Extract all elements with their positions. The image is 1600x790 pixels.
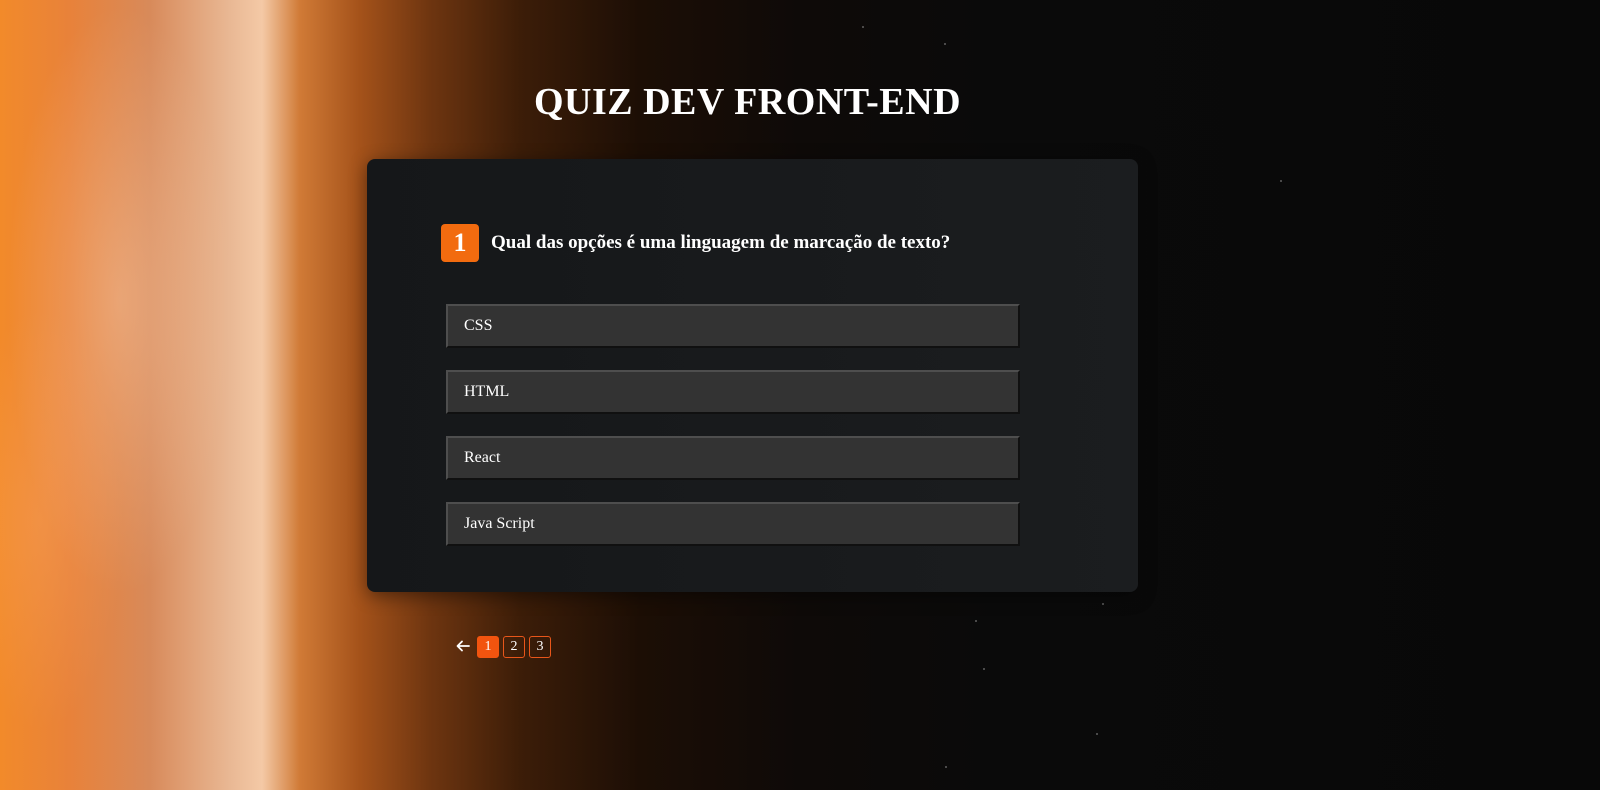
question-text: Qual das opções é uma linguagem de marca… xyxy=(491,232,951,253)
question-number-badge: 1 xyxy=(441,224,479,262)
question-card: 1 Qual das opções é uma linguagem de mar… xyxy=(367,159,1138,592)
page-button-1[interactable]: 1 xyxy=(477,636,499,658)
answer-option-javascript[interactable]: Java Script xyxy=(446,502,1020,546)
answer-options: CSS HTML React Java Script xyxy=(446,304,1020,568)
arrow-left-icon[interactable] xyxy=(455,638,471,656)
page-button-2[interactable]: 2 xyxy=(503,636,525,658)
answer-option-react[interactable]: React xyxy=(446,436,1020,480)
answer-option-css[interactable]: CSS xyxy=(446,304,1020,348)
pagination: 1 2 3 xyxy=(455,636,551,658)
question-header: 1 Qual das opções é uma linguagem de mar… xyxy=(441,224,950,262)
arrow-left-icon-svg xyxy=(456,640,470,652)
page-title: QUIZ DEV FRONT-END xyxy=(533,81,962,123)
answer-option-html[interactable]: HTML xyxy=(446,370,1020,414)
page-button-3[interactable]: 3 xyxy=(529,636,551,658)
